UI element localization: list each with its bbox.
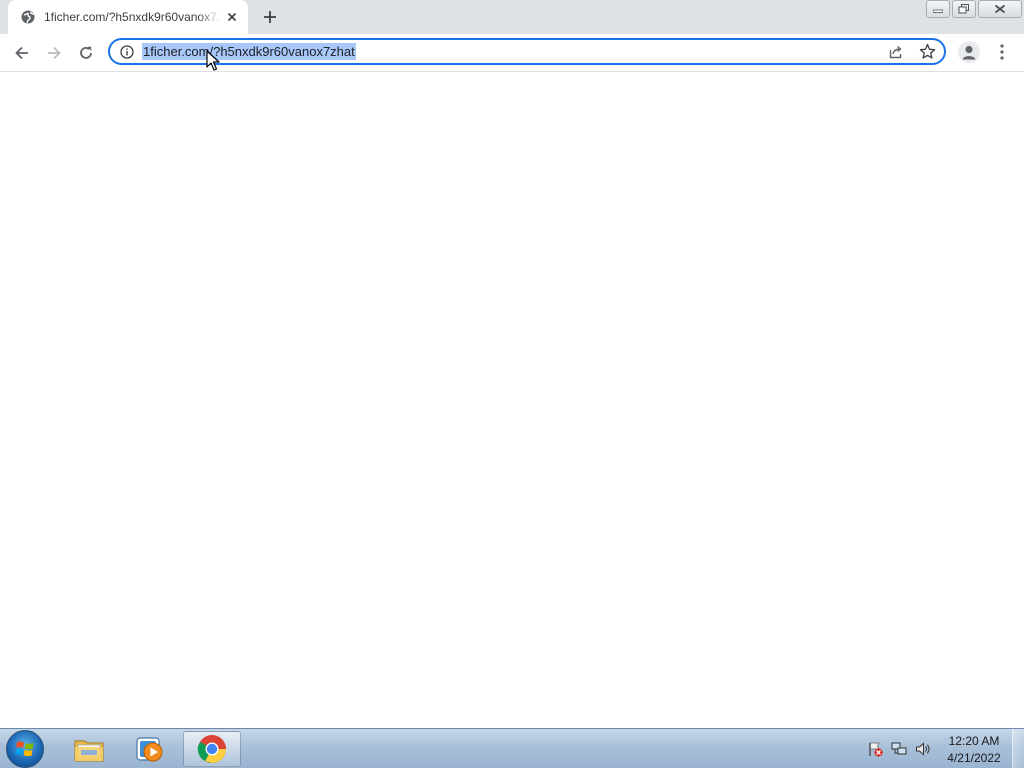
browser-menu-button[interactable] — [994, 42, 1010, 62]
chrome-icon — [197, 735, 226, 763]
file-explorer-icon — [74, 740, 104, 762]
clock-date: 4/21/2022 — [947, 751, 1001, 765]
browser-tab[interactable]: 1ficher.com/?h5nxdk9r60vanox7zhat — [8, 0, 248, 34]
globe-icon — [21, 10, 35, 24]
taskbar-app-media-player[interactable] — [120, 731, 178, 767]
media-player-icon — [136, 737, 163, 762]
share-icon[interactable] — [888, 44, 904, 60]
address-bar[interactable]: 1ficher.com/?h5nxdk9r60vanox7zhat — [108, 38, 946, 65]
kebab-menu-icon — [1000, 44, 1004, 60]
taskbar-app-explorer[interactable] — [60, 731, 118, 767]
person-icon — [962, 45, 976, 60]
tab-strip: 1ficher.com/?h5nxdk9r60vanox7zhat — [0, 0, 1024, 34]
clock-time: 12:20 AM — [948, 734, 1000, 748]
browser-toolbar: 1ficher.com/?h5nxdk9r60vanox7zhat — [0, 34, 1024, 72]
forward-button[interactable] — [41, 40, 67, 66]
tab-title: 1ficher.com/?h5nxdk9r60vanox7zhat — [44, 10, 220, 24]
restore-button[interactable] — [952, 0, 976, 18]
arrow-left-icon — [15, 46, 28, 60]
reload-icon — [80, 46, 92, 59]
show-desktop-button[interactable] — [1012, 729, 1024, 769]
close-icon[interactable] — [224, 9, 240, 25]
reload-button[interactable] — [73, 40, 99, 66]
taskbar-app-chrome[interactable] — [183, 731, 241, 767]
minimize-button[interactable] — [926, 0, 950, 18]
action-center-icon[interactable] — [867, 741, 883, 757]
start-button[interactable] — [6, 730, 44, 768]
network-icon[interactable] — [891, 741, 907, 757]
star-icon[interactable] — [919, 43, 936, 60]
page-content — [0, 72, 1024, 728]
close-icon — [994, 4, 1006, 14]
windows-start-icon — [15, 741, 34, 757]
system-clock[interactable]: 12:20 AM 4/21/2022 — [940, 733, 1008, 767]
taskbar: 12:20 AM 4/21/2022 — [0, 728, 1024, 769]
back-button[interactable] — [9, 40, 35, 66]
window-close-button[interactable] — [978, 0, 1022, 18]
window-controls — [926, 0, 1022, 18]
volume-icon[interactable] — [915, 741, 931, 757]
arrow-right-icon — [48, 46, 61, 60]
minimize-icon — [933, 9, 943, 13]
profile-button[interactable] — [958, 41, 980, 63]
restore-icon — [958, 4, 969, 14]
info-icon[interactable] — [120, 45, 134, 59]
plus-icon[interactable] — [259, 6, 281, 28]
url-text[interactable]: 1ficher.com/?h5nxdk9r60vanox7zhat — [142, 43, 356, 60]
